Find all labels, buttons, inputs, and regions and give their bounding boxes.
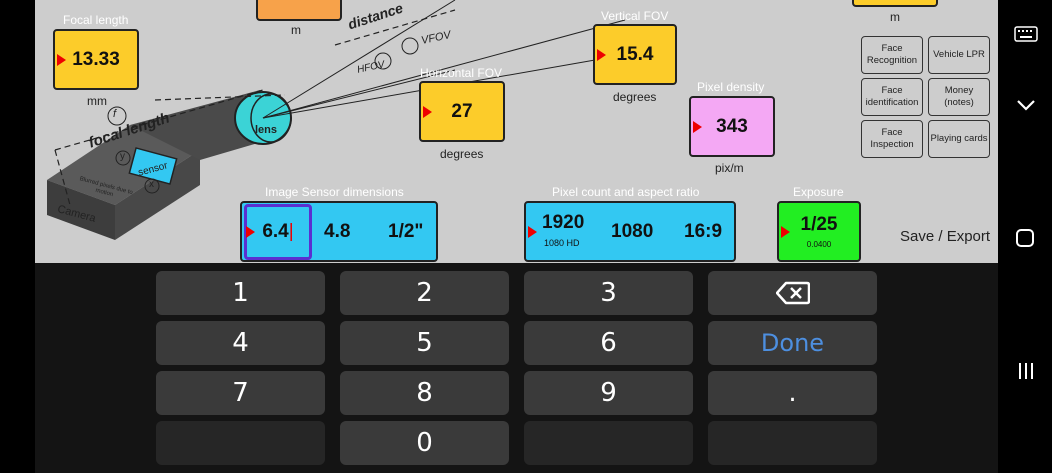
horizontal-fov-title: Horizontal FOV — [420, 66, 503, 80]
top-unit-left: m — [291, 23, 301, 37]
vertical-fov-value: 15.4 — [616, 43, 654, 65]
preset-vehicle-lpr[interactable]: Vehicle LPR — [928, 36, 990, 74]
edit-marker-icon — [423, 105, 432, 118]
key-1[interactable]: 1 — [156, 271, 325, 315]
keyboard-icon[interactable] — [1014, 26, 1038, 47]
pixel-count-h-field[interactable]: 1920 — [542, 212, 584, 234]
key-2[interactable]: 2 — [340, 271, 509, 315]
top-unit-right: m — [890, 10, 900, 24]
pixel-count-title: Pixel count and aspect ratio — [552, 185, 700, 199]
lens-label: lens — [255, 124, 278, 136]
focal-length-value: 13.33 — [72, 48, 120, 70]
key-0[interactable]: 0 — [340, 421, 509, 465]
horizontal-fov-value: 27 — [451, 100, 473, 122]
key-8[interactable]: 8 — [340, 371, 509, 415]
key-9[interactable]: 9 — [524, 371, 693, 415]
sensor-format-field[interactable]: 1/2" — [388, 221, 423, 243]
key-blank-right — [708, 421, 877, 465]
key-3[interactable]: 3 — [524, 271, 693, 315]
pixel-count-v-field[interactable]: 1080 — [611, 221, 653, 243]
key-blank-middle — [524, 421, 693, 465]
exposure-field[interactable]: 1/25 0.0400 — [777, 201, 861, 262]
preset-money-notes[interactable]: Money (notes) — [928, 78, 990, 116]
edit-marker-icon — [781, 225, 790, 238]
y-marker-label: y — [120, 151, 125, 162]
preset-face-recognition[interactable]: Face Recognition — [861, 36, 923, 74]
save-export-button[interactable]: Save / Export — [900, 228, 990, 245]
edit-marker-icon — [693, 120, 702, 133]
sensor-width-value: 6.4 — [262, 221, 289, 242]
f-marker-label: f — [113, 108, 117, 120]
pixel-density-unit: pix/m — [715, 161, 744, 175]
key-decimal[interactable]: . — [708, 371, 877, 415]
key-4[interactable]: 4 — [156, 321, 325, 365]
vertical-fov-title: Vertical FOV — [601, 9, 669, 23]
pixel-density-field[interactable]: 343 — [689, 96, 775, 157]
done-key[interactable]: Done — [708, 321, 877, 365]
edit-marker-icon — [528, 225, 537, 238]
edit-marker-icon — [57, 53, 66, 66]
vertical-fov-unit: degrees — [613, 90, 657, 104]
horizontal-fov-field[interactable]: 27 — [419, 81, 505, 142]
focal-length-unit: mm — [87, 94, 107, 108]
preset-face-identification[interactable]: Face identification — [861, 78, 923, 116]
recents-icon[interactable] — [1016, 361, 1036, 386]
key-5[interactable]: 5 — [340, 321, 509, 365]
home-icon[interactable] — [1015, 228, 1035, 253]
diagram-canvas: m m distance VFOV HFOV focal length lens… — [35, 0, 998, 263]
edit-marker-icon — [246, 226, 255, 238]
pixel-count-h-sub: 1080 HD — [544, 238, 580, 248]
x-marker-label: x — [149, 179, 154, 190]
pixel-density-title: Pixel density — [697, 80, 765, 94]
vertical-fov-field[interactable]: 15.4 — [593, 24, 677, 85]
app-screen: m m distance VFOV HFOV focal length lens… — [0, 0, 1052, 473]
chevron-down-icon[interactable] — [1016, 98, 1036, 116]
preset-face-inspection[interactable]: Face Inspection — [861, 120, 923, 158]
sensor-height-field[interactable]: 4.8 — [324, 221, 350, 243]
numeric-keyboard: 1 2 3 4 5 6 Done 7 8 9 . 0 — [35, 263, 998, 473]
horizontal-fov-unit: degrees — [440, 147, 484, 161]
focal-length-title: Focal length — [63, 13, 129, 27]
focal-length-field[interactable]: 13.33 — [53, 29, 139, 90]
key-6[interactable]: 6 — [524, 321, 693, 365]
key-blank-left — [156, 421, 325, 465]
pixel-density-value: 343 — [716, 115, 748, 137]
edit-marker-icon — [597, 48, 606, 61]
backspace-key[interactable] — [708, 271, 877, 315]
sensor-title: Image Sensor dimensions — [265, 185, 404, 199]
backspace-icon — [775, 281, 810, 305]
exposure-title: Exposure — [793, 185, 844, 199]
key-7[interactable]: 7 — [156, 371, 325, 415]
preset-playing-cards[interactable]: Playing cards — [928, 120, 990, 158]
system-nav-bar — [998, 0, 1052, 473]
text-cursor: | — [288, 221, 294, 242]
sensor-dimensions-group: 6.4 | 4.8 1/2" — [240, 201, 438, 262]
exposure-value: 1/25 — [800, 214, 838, 235]
aspect-ratio-field[interactable]: 16:9 — [684, 221, 722, 243]
pixel-count-group: 1920 1080 HD 1080 16:9 — [524, 201, 736, 262]
exposure-sub: 0.0400 — [806, 240, 832, 249]
sensor-width-field[interactable]: 6.4 | — [244, 204, 312, 260]
